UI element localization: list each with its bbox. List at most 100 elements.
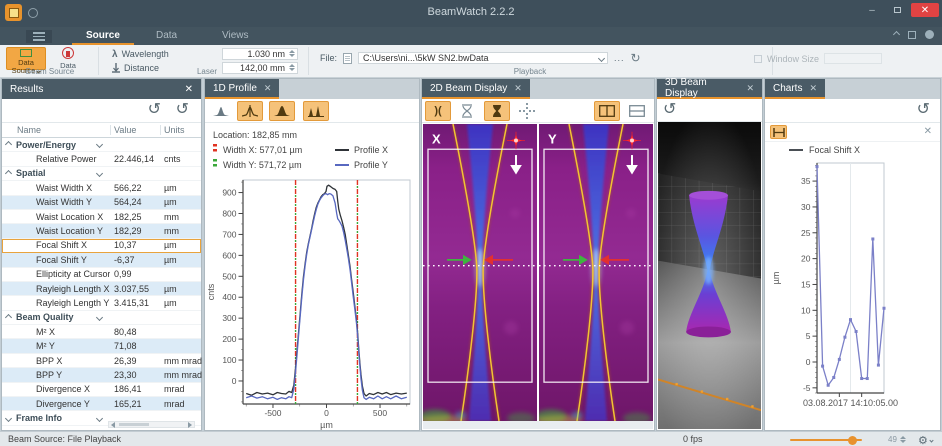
results-group-row[interactable]: Power/Energy bbox=[2, 138, 201, 152]
wavelength-spinner[interactable] bbox=[289, 50, 295, 57]
svg-text:900: 900 bbox=[222, 188, 236, 198]
results-row[interactable]: Waist Location Y182,29mm bbox=[2, 224, 201, 238]
fit-width-button[interactable] bbox=[770, 125, 787, 139]
hourglass-filled-button[interactable] bbox=[484, 101, 510, 121]
profile-y-legend-line bbox=[335, 164, 349, 166]
window-size-label: Window Size bbox=[767, 54, 819, 64]
beam-2d-view[interactable]: X bbox=[423, 124, 537, 421]
results-row[interactable]: Rayleigh Length Y3.415,31µm bbox=[2, 296, 201, 310]
hourglass-outline-icon bbox=[460, 104, 474, 118]
playback-slider[interactable] bbox=[790, 439, 862, 441]
results-row[interactable]: Relative Power22.446,14cnts bbox=[2, 152, 201, 166]
two-columns-icon bbox=[599, 105, 615, 117]
beam-view-label: Y bbox=[548, 132, 557, 147]
caustic-icon: )( bbox=[434, 105, 441, 117]
results-row[interactable]: Waist Location X182,25mm bbox=[2, 210, 201, 224]
svg-text:03.08.2017 14:10:05.00: 03.08.2017 14:10:05.00 bbox=[803, 398, 898, 408]
settings-gear-icon[interactable]: ⚙ bbox=[918, 434, 933, 446]
tab-source[interactable]: Source bbox=[72, 27, 134, 45]
results-row[interactable]: BPP X26,39mm mrad bbox=[2, 354, 201, 368]
minimize-button[interactable]: – bbox=[861, 3, 883, 17]
fps-label: 0 fps bbox=[683, 434, 703, 444]
menu-icon[interactable] bbox=[26, 30, 52, 43]
results-row[interactable]: Ellipticity at Cursor0,99 bbox=[2, 268, 201, 282]
tab-3d-beam-display[interactable]: 3D Beam Display✕ bbox=[657, 79, 762, 99]
svg-text:cnts: cnts bbox=[206, 283, 216, 300]
profile-mode-dual-button[interactable] bbox=[303, 101, 329, 121]
collapse-ribbon-icon[interactable] bbox=[893, 31, 900, 38]
beam2d-toolbar: )( bbox=[422, 99, 654, 123]
profile-mode-filled-button[interactable] bbox=[269, 101, 295, 121]
results-row[interactable]: Divergence X186,41mrad bbox=[2, 383, 201, 397]
file-dropdown-icon[interactable] bbox=[598, 55, 605, 62]
wavelength-field[interactable]: 1.030 nm bbox=[222, 48, 298, 60]
rate-spinner-icon[interactable] bbox=[900, 436, 906, 443]
two-rows-icon bbox=[629, 105, 645, 117]
results-row[interactable]: Focal Shift X10,37µm bbox=[2, 239, 201, 253]
remove-chart-icon[interactable]: ✕ bbox=[924, 126, 932, 137]
scroll-left-icon[interactable] bbox=[111, 422, 115, 428]
caustic-view-button[interactable]: )( bbox=[425, 101, 451, 121]
hourglass-filled-icon bbox=[490, 104, 504, 118]
scroll-right-icon[interactable] bbox=[188, 422, 192, 428]
results-group-row[interactable]: Spatial bbox=[2, 167, 201, 181]
svg-text:0: 0 bbox=[232, 376, 237, 386]
results-row[interactable]: BPP Y23,30mm mrad bbox=[2, 368, 201, 382]
profile-legend: Profile X Profile Y bbox=[335, 142, 388, 172]
wavelength-label: Wavelength bbox=[122, 49, 169, 59]
width-y-marker-icon bbox=[213, 159, 219, 171]
close-button[interactable]: ✕ bbox=[911, 3, 939, 17]
results-row[interactable]: Waist Width X566,22µm bbox=[2, 181, 201, 195]
reset-icon[interactable]: ↺ bbox=[148, 102, 161, 118]
browse-file-button[interactable]: ... bbox=[614, 53, 625, 63]
beam-2d-image: X bbox=[423, 124, 537, 421]
close-2d-beam-icon[interactable]: ✕ bbox=[514, 83, 522, 94]
hourglass-outline-button[interactable] bbox=[454, 101, 480, 121]
results-close-icon[interactable]: ✕ bbox=[185, 84, 193, 95]
reset-chart-icon[interactable]: ↺ bbox=[917, 102, 930, 118]
scroll-thumb[interactable] bbox=[119, 423, 149, 426]
reload-file-icon[interactable]: ↻ bbox=[631, 51, 641, 65]
tab-charts[interactable]: Charts✕ bbox=[765, 79, 825, 99]
crosshair-cursor-button[interactable] bbox=[514, 101, 540, 121]
results-row[interactable]: Waist Width Y564,24µm bbox=[2, 196, 201, 210]
results-row[interactable]: Rayleigh Length X3.037,55µm bbox=[2, 282, 201, 296]
file-path-field[interactable]: C:\Users\ni...\5kW SN2.bwData bbox=[358, 52, 608, 64]
wavelength-icon: λ bbox=[112, 49, 118, 60]
results-row[interactable]: Divergence Y165,21mrad bbox=[2, 397, 201, 411]
beam-3d-view[interactable] bbox=[658, 122, 761, 429]
svg-text:600: 600 bbox=[222, 250, 236, 260]
beam-2d-view[interactable]: Y bbox=[539, 124, 653, 421]
window-layout-icon[interactable] bbox=[908, 31, 916, 39]
location-value: Location: 182,85 mm bbox=[213, 130, 297, 140]
profile-mode-line-button[interactable] bbox=[237, 101, 263, 121]
svg-text:15: 15 bbox=[801, 279, 811, 289]
results-hscrollbar[interactable] bbox=[108, 421, 195, 428]
rate-stepper[interactable]: 49 bbox=[888, 435, 906, 444]
split-rows-button[interactable] bbox=[624, 101, 650, 121]
results-row[interactable]: M² X80,48 bbox=[2, 325, 201, 339]
tab-views[interactable]: Views bbox=[208, 27, 263, 45]
width-x-marker-icon bbox=[213, 144, 219, 156]
tab-data[interactable]: Data bbox=[142, 27, 191, 45]
close-charts-icon[interactable]: ✕ bbox=[809, 83, 817, 94]
dotted-crosshair-icon bbox=[519, 103, 535, 119]
reset-3d-view-icon[interactable]: ↺ bbox=[663, 102, 676, 118]
close-3d-beam-icon[interactable]: ✕ bbox=[746, 83, 754, 94]
tab-1d-profile[interactable]: 1D Profile✕ bbox=[205, 79, 279, 99]
close-1d-profile-icon[interactable]: ✕ bbox=[264, 83, 272, 94]
reset-all-icon[interactable]: ↺ bbox=[176, 102, 189, 118]
profile-x-legend-line bbox=[335, 149, 349, 151]
data-source-icon bbox=[20, 49, 32, 57]
profile-1d-panel: 1D Profile✕ Location: 182,85 mm bbox=[204, 78, 420, 431]
help-icon[interactable] bbox=[925, 30, 934, 39]
results-group-row[interactable]: Beam Quality bbox=[2, 311, 201, 325]
tab-2d-beam-display[interactable]: 2D Beam Display✕ bbox=[422, 79, 530, 99]
svg-text:30: 30 bbox=[801, 202, 811, 212]
split-columns-button[interactable] bbox=[594, 101, 620, 121]
status-bar: Beam Source: File Playback 0 fps 49 ⚙ bbox=[0, 431, 942, 446]
restore-button[interactable] bbox=[886, 3, 908, 17]
results-row[interactable]: M² Y71,08 bbox=[2, 339, 201, 353]
results-row[interactable]: Focal Shift Y-6,37µm bbox=[2, 253, 201, 267]
profile-mode-area-button[interactable] bbox=[208, 101, 234, 121]
